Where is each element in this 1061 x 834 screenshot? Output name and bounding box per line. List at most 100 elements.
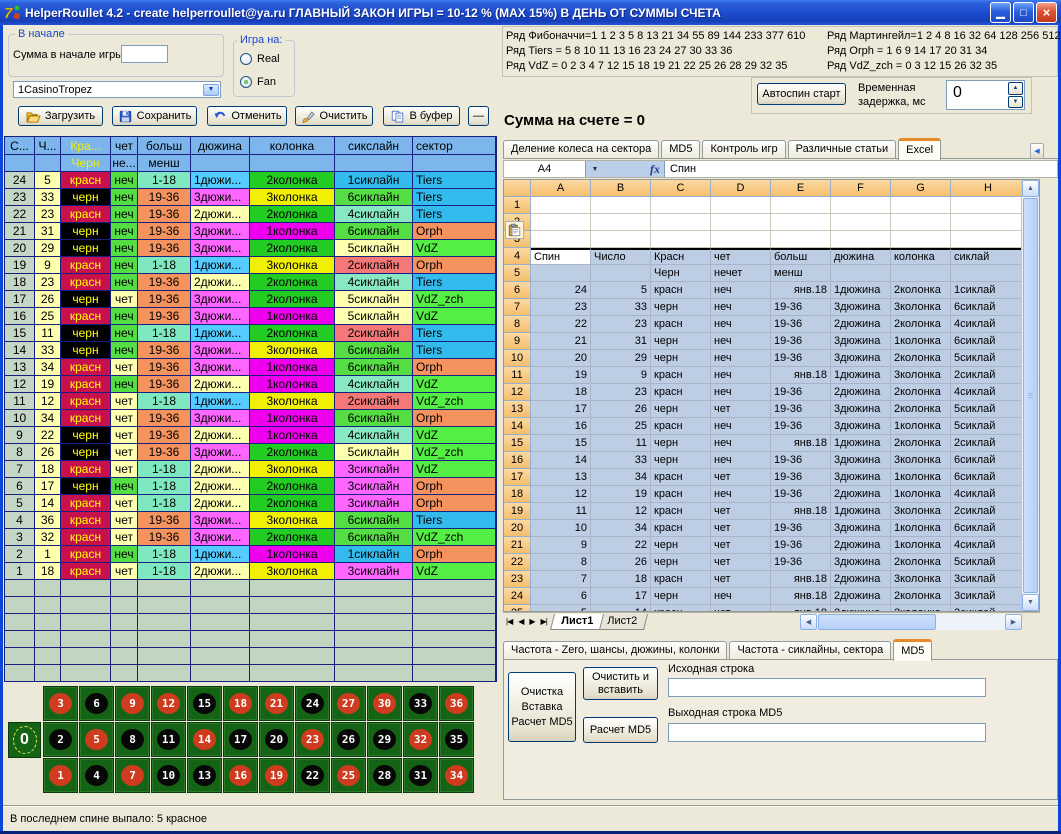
roulette-cell[interactable]: 18 <box>223 686 258 721</box>
roulette-cell[interactable]: 3 <box>43 686 78 721</box>
clear-button[interactable]: Очистить <box>295 106 373 126</box>
excel-cell[interactable]: красн <box>651 469 711 486</box>
freq-tab-0[interactable]: Частота - Zero, шансы, дюжины, колонки <box>503 641 727 660</box>
excel-cell[interactable]: 6 <box>531 588 591 605</box>
roulette-cell[interactable]: 17 <box>223 722 258 757</box>
excel-cell[interactable]: неч <box>711 588 771 605</box>
excel-cell[interactable]: чет <box>711 520 771 537</box>
excel-cell[interactable]: 19-36 <box>771 401 831 418</box>
excel-cell[interactable]: 10 <box>531 520 591 537</box>
excel-cell[interactable]: 2колонка <box>891 316 951 333</box>
excel-cell[interactable]: 31 <box>591 333 651 350</box>
excel-cell[interactable]: 1дюжина <box>831 367 891 384</box>
roulette-cell[interactable]: 14 <box>187 722 222 757</box>
roulette-cell[interactable]: 26 <box>331 722 366 757</box>
excel-cell[interactable]: янв.18 <box>771 282 831 299</box>
excel-colheader-E[interactable]: E <box>771 180 831 197</box>
excel-cell[interactable]: 3колонка <box>891 452 951 469</box>
md5-clear-insert-calc-button[interactable]: Очистка Вставка Расчет MD5 <box>508 672 576 742</box>
sheet-tab-0[interactable]: Лист1 <box>550 614 604 630</box>
tab-scroll-left-icon[interactable]: ◀ <box>1030 143 1044 159</box>
excel-cell[interactable]: черн <box>651 401 711 418</box>
roulette-cell[interactable]: 34 <box>439 758 474 793</box>
excel-rowheader[interactable]: 22 <box>504 554 531 571</box>
excel-cell[interactable]: неч <box>711 299 771 316</box>
roulette-cell[interactable]: 28 <box>367 758 402 793</box>
excel-colheader-C[interactable]: C <box>651 180 711 197</box>
freq-tab-1[interactable]: Частота - сиклайны, сектора <box>729 641 891 660</box>
excel-cell[interactable]: 22 <box>531 316 591 333</box>
excel-cell[interactable]: янв.18 <box>771 503 831 520</box>
excel-rowheader[interactable]: 8 <box>504 316 531 333</box>
excel-cell[interactable]: 2дюжина <box>831 384 891 401</box>
excel-cell[interactable]: колонка <box>891 248 951 265</box>
excel-cell[interactable]: 3колонка <box>891 299 951 316</box>
excel-cell[interactable]: неч <box>711 282 771 299</box>
excel-cell[interactable]: 3дюжина <box>831 350 891 367</box>
excel-cell[interactable]: 1колонка <box>891 418 951 435</box>
excel-cell[interactable]: красн <box>651 520 711 537</box>
md5-input-field[interactable] <box>668 678 986 697</box>
excel-cell[interactable]: янв.18 <box>771 605 831 612</box>
excel-cell[interactable]: 1колонка <box>891 469 951 486</box>
excel-cell[interactable]: 19-36 <box>771 486 831 503</box>
excel-cell[interactable]: 12 <box>591 503 651 520</box>
excel-cell[interactable]: чет <box>711 537 771 554</box>
undo-button[interactable]: Отменить <box>207 106 287 126</box>
excel-cell[interactable]: 19-36 <box>771 384 831 401</box>
md5-clear-insert-button[interactable]: Очистить и вставить <box>583 667 658 700</box>
excel-cell[interactable]: 8 <box>531 554 591 571</box>
excel-cell[interactable]: 2колонка <box>891 401 951 418</box>
excel-rowheader[interactable]: 9 <box>504 333 531 350</box>
sheet-nav-icon[interactable]: ▶ <box>526 617 537 626</box>
excel-cell[interactable]: 3дюжина <box>831 401 891 418</box>
excel-cell[interactable] <box>531 197 591 214</box>
excel-cell[interactable]: красн <box>651 571 711 588</box>
casino-select[interactable]: 1CasinoTropez ▼ <box>13 81 221 98</box>
roulette-cell[interactable]: 24 <box>295 686 330 721</box>
excel-cell[interactable]: 3колонка <box>891 367 951 384</box>
excel-cell[interactable]: янв.18 <box>771 571 831 588</box>
excel-cell[interactable]: красн <box>651 384 711 401</box>
scroll-right-icon[interactable]: ▶ <box>1005 614 1022 630</box>
roulette-cell[interactable]: 27 <box>331 686 366 721</box>
excel-cell[interactable]: 21 <box>531 333 591 350</box>
excel-rowheader[interactable]: 19 <box>504 503 531 520</box>
excel-cell[interactable] <box>951 231 1026 248</box>
excel-cell[interactable] <box>831 197 891 214</box>
fx-icon[interactable]: fx <box>604 161 664 177</box>
scroll-left-icon[interactable]: ◀ <box>800 614 817 630</box>
excel-cell[interactable]: 5сиклай <box>951 350 1026 367</box>
excel-cell[interactable]: неч <box>711 316 771 333</box>
excel-cell[interactable]: неч <box>711 333 771 350</box>
excel-cell[interactable]: чет <box>711 605 771 612</box>
excel-cell[interactable]: 23 <box>591 384 651 401</box>
excel-cell[interactable]: 24 <box>531 282 591 299</box>
excel-cell[interactable] <box>591 197 651 214</box>
excel-rowheader[interactable]: 21 <box>504 537 531 554</box>
excel-cell[interactable]: 3колонка <box>891 503 951 520</box>
scroll-up-icon[interactable]: ▲ <box>1022 180 1039 197</box>
excel-cell[interactable]: 6сиклай <box>951 452 1026 469</box>
paste-options-icon[interactable] <box>505 221 524 239</box>
excel-cell[interactable] <box>891 231 951 248</box>
excel-cell[interactable]: неч <box>711 384 771 401</box>
excel-cell[interactable]: 22 <box>591 537 651 554</box>
excel-cell[interactable] <box>831 214 891 231</box>
excel-cell[interactable]: дюжина <box>831 248 891 265</box>
excel-cell[interactable]: 25 <box>591 418 651 435</box>
excel-colheader-A[interactable]: A <box>531 180 591 197</box>
excel-cell[interactable]: 19-36 <box>771 537 831 554</box>
excel-cell[interactable]: 11 <box>591 435 651 452</box>
excel-cell[interactable]: 6сиклай <box>951 469 1026 486</box>
excel-rowheader[interactable]: 10 <box>504 350 531 367</box>
excel-cell[interactable]: 33 <box>591 452 651 469</box>
excel-cell[interactable]: 16 <box>531 418 591 435</box>
excel-cell[interactable]: 23 <box>531 299 591 316</box>
excel-cell[interactable]: неч <box>711 452 771 469</box>
excel-cell[interactable]: 3сиклай <box>951 588 1026 605</box>
excel-rowheader[interactable]: 1 <box>504 197 531 214</box>
excel-cell[interactable]: 1дюжина <box>831 435 891 452</box>
save-button[interactable]: Сохранить <box>112 106 197 126</box>
roulette-cell[interactable]: 8 <box>115 722 150 757</box>
